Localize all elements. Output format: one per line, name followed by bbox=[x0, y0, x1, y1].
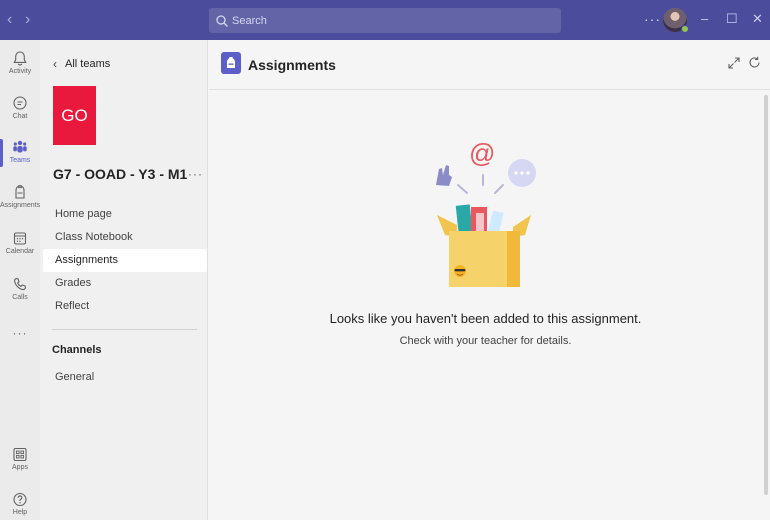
channel-general[interactable]: General bbox=[55, 371, 94, 383]
assignments-icon bbox=[15, 185, 25, 199]
empty-state-title: Looks like you haven't been added to thi… bbox=[329, 311, 642, 326]
appbar-label: Calls bbox=[12, 294, 28, 301]
assignments-app-icon bbox=[221, 52, 241, 74]
appbar-label: Activity bbox=[8, 68, 32, 75]
tab-grades[interactable]: Grades bbox=[43, 272, 207, 295]
close-icon[interactable]: ✕ bbox=[752, 11, 763, 27]
appbar-item-teams[interactable]: Teams bbox=[0, 139, 40, 167]
scrollbar[interactable] bbox=[764, 95, 768, 495]
avatar[interactable] bbox=[663, 8, 689, 33]
back-arrow-icon[interactable]: ‹ bbox=[7, 10, 12, 30]
team-tab-list: Home page Class Notebook Assignments Gra… bbox=[43, 203, 207, 318]
appbar-label: Help bbox=[12, 509, 28, 516]
more-options-icon[interactable]: ··· bbox=[644, 11, 661, 27]
main-content: Assignments @ Looks like you haven't bee… bbox=[209, 40, 770, 520]
appbar-label: Teams bbox=[9, 157, 31, 164]
sidebar-divider bbox=[52, 329, 197, 330]
appbar-item-help[interactable]: Help bbox=[0, 491, 40, 516]
channels-heading: Channels bbox=[52, 344, 102, 356]
teams-icon bbox=[13, 140, 27, 153]
phone-icon bbox=[13, 277, 27, 291]
page-title: Assignments bbox=[248, 57, 336, 73]
app-header: Assignments bbox=[209, 40, 770, 90]
appbar-label: Chat bbox=[12, 113, 28, 120]
tab-reflect[interactable]: Reflect bbox=[43, 295, 207, 318]
maximize-icon[interactable]: ☐ bbox=[726, 11, 738, 27]
appbar-item-chat[interactable]: Chat bbox=[0, 95, 40, 120]
forward-arrow-icon[interactable]: › bbox=[25, 10, 30, 30]
search-placeholder: Search bbox=[232, 14, 267, 27]
appbar-item-apps[interactable]: Apps bbox=[0, 446, 40, 471]
chat-icon bbox=[13, 96, 27, 110]
refresh-icon[interactable] bbox=[748, 56, 761, 74]
bell-icon bbox=[13, 51, 27, 66]
all-teams-link[interactable]: ‹ All teams bbox=[53, 57, 110, 71]
tab-home-page[interactable]: Home page bbox=[43, 203, 207, 226]
appbar-item-activity[interactable]: Activity bbox=[0, 50, 40, 75]
team-initials: GO bbox=[61, 105, 88, 125]
team-avatar: GO bbox=[53, 86, 96, 145]
team-more-options-icon[interactable]: ··· bbox=[188, 167, 203, 181]
apps-icon bbox=[13, 447, 27, 462]
appbar-label: Apps bbox=[12, 464, 28, 471]
search-input[interactable]: Search bbox=[209, 8, 561, 33]
title-bar: ‹ › Search ··· – ☐ ✕ bbox=[0, 0, 770, 40]
minimize-icon[interactable]: – bbox=[701, 11, 708, 27]
appbar-item-calls[interactable]: Calls bbox=[0, 276, 40, 301]
appbar-item-assignments[interactable]: Assignments bbox=[0, 184, 40, 209]
tab-assignments[interactable]: Assignments bbox=[43, 249, 207, 272]
all-teams-label: All teams bbox=[65, 58, 111, 70]
calendar-icon bbox=[13, 232, 27, 245]
tab-class-notebook[interactable]: Class Notebook bbox=[43, 226, 207, 249]
chevron-left-icon: ‹ bbox=[53, 57, 57, 71]
search-icon bbox=[216, 14, 228, 27]
appbar-label: Assignments bbox=[0, 202, 41, 209]
at-symbol-text: @ bbox=[469, 138, 495, 168]
empty-box-illustration: @ bbox=[436, 138, 536, 287]
appbar-item-calendar[interactable]: Calendar bbox=[0, 230, 40, 255]
app-bar: Activity Chat Teams Assignments Calendar… bbox=[0, 40, 40, 520]
appbar-label: Calendar bbox=[5, 248, 35, 255]
empty-state-subtitle: Check with your teacher for details. bbox=[399, 335, 572, 347]
team-name: G7 - OOAD - Y3 - M1 bbox=[53, 166, 188, 182]
more-apps-button[interactable]: ··· bbox=[0, 326, 40, 340]
team-sidebar: ‹ All teams GO G7 - OOAD - Y3 - M1 ··· H… bbox=[40, 40, 208, 520]
expand-icon[interactable] bbox=[728, 56, 740, 74]
help-icon bbox=[13, 492, 27, 507]
presence-available-icon bbox=[681, 25, 689, 33]
